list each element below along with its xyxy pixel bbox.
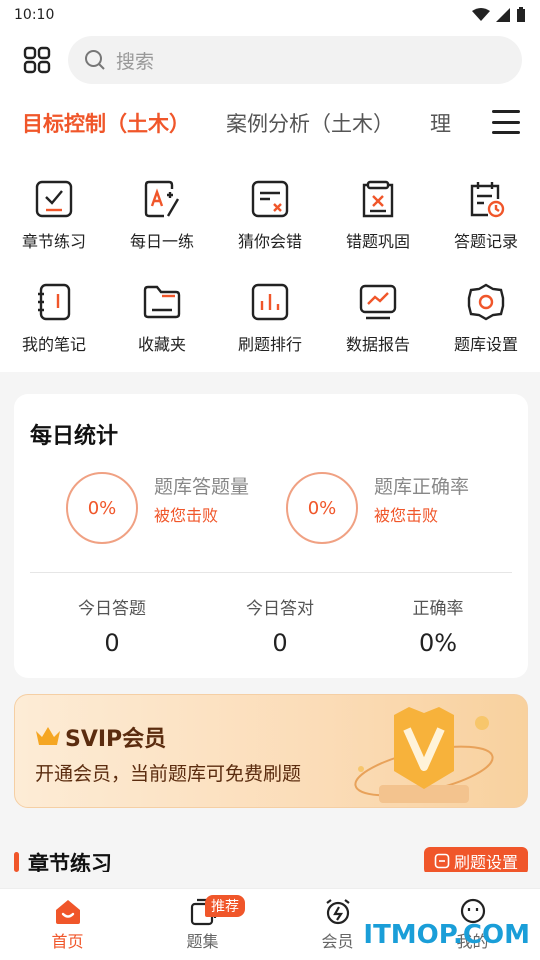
feature-bank-settings[interactable]: 题库设置 <box>432 269 540 372</box>
answer-record-icon <box>463 176 509 222</box>
feature-grid: 章节练习 每日一练 猜你会错 错题巩固 答题记录 我的笔记 收藏夹 刷题排行 数… <box>0 156 540 372</box>
settings-icon <box>463 279 509 325</box>
today-accuracy: 正确率 0% <box>412 599 464 657</box>
alarm-icon <box>325 898 350 924</box>
daily-practice-icon <box>139 176 185 222</box>
section-accent-bar <box>14 852 19 872</box>
ranking-icon <box>247 279 293 325</box>
today-correct: 今日答对 0 <box>246 599 314 657</box>
feature-chapter-practice[interactable]: 章节练习 <box>0 166 108 269</box>
search-input[interactable]: 搜索 <box>68 36 522 84</box>
section-title: 章节练习 <box>28 852 112 872</box>
feature-wrong-review[interactable]: 错题巩固 <box>324 166 432 269</box>
search-icon <box>85 50 105 70</box>
feature-answer-record[interactable]: 答题记录 <box>432 166 540 269</box>
stats-divider <box>30 572 512 573</box>
tab-case-analysis[interactable]: 案例分析（土木） <box>226 108 394 138</box>
search-placeholder: 搜索 <box>116 50 155 73</box>
nav-home[interactable]: 首页 <box>0 889 135 960</box>
subject-tabs: 目标控制（土木） 案例分析（土木） 理 <box>0 90 540 156</box>
watermark-text: ITMOP.COM <box>363 920 530 950</box>
answer-volume-label: 题库答题量 <box>154 476 250 498</box>
accuracy-label: 题库正确率 <box>374 476 470 498</box>
daily-stats-card: 每日统计 0% 题库答题量 被您击败 0% 题库正确率 被您击败 今日答题 0 … <box>14 394 528 678</box>
top-bar: 搜索 <box>0 30 540 90</box>
feature-data-report[interactable]: 数据报告 <box>324 269 432 372</box>
chapter-practice-section-header: 章节练习 刷题设置 <box>0 842 540 872</box>
svip-banner[interactable]: SVIP会员 开通会员，当前题库可免费刷题 <box>14 694 528 808</box>
daily-stats-title: 每日统计 <box>30 424 119 449</box>
tabs-menu-button[interactable] <box>492 110 520 134</box>
tab-target-control[interactable]: 目标控制（土木） <box>22 108 190 138</box>
answer-volume-sub: 被您击败 <box>154 506 219 525</box>
home-icon <box>55 899 80 924</box>
apps-grid-icon <box>23 46 51 74</box>
feature-ranking[interactable]: 刷题排行 <box>216 269 324 372</box>
today-answered: 今日答题 0 <box>78 599 146 657</box>
crown-icon <box>36 727 60 745</box>
battery-icon <box>517 7 525 22</box>
feature-daily-practice[interactable]: 每日一练 <box>108 166 216 269</box>
svip-title: SVIP会员 <box>65 727 167 752</box>
chapter-practice-icon <box>31 176 77 222</box>
status-time: 10:10 <box>14 7 55 23</box>
nav-collection[interactable]: 推荐 题集 <box>135 889 270 960</box>
feature-favorites[interactable]: 收藏夹 <box>108 269 216 372</box>
svip-subtitle: 开通会员，当前题库可免费刷题 <box>35 763 302 785</box>
apps-grid-button[interactable] <box>18 41 56 79</box>
report-icon <box>355 279 401 325</box>
practice-settings-button[interactable]: 刷题设置 <box>423 847 528 872</box>
signal-icon <box>496 8 510 22</box>
vip-badge-icon <box>354 707 494 803</box>
feature-guess-wrong[interactable]: 猜你会错 <box>216 166 324 269</box>
wrong-review-icon <box>355 176 401 222</box>
feature-notes[interactable]: 我的笔记 <box>0 269 108 372</box>
tab-theory[interactable]: 理 <box>430 108 452 138</box>
folder-icon <box>139 279 185 325</box>
settings-small-icon <box>434 853 450 869</box>
status-bar: 10:10 <box>0 0 540 30</box>
notes-icon <box>31 279 77 325</box>
guess-wrong-icon <box>247 176 293 222</box>
answer-volume-ring: 0% <box>66 472 138 544</box>
accuracy-ring: 0% <box>286 472 358 544</box>
recommend-badge: 推荐 <box>205 895 245 917</box>
wifi-icon <box>472 8 490 21</box>
accuracy-sub: 被您击败 <box>374 506 439 525</box>
